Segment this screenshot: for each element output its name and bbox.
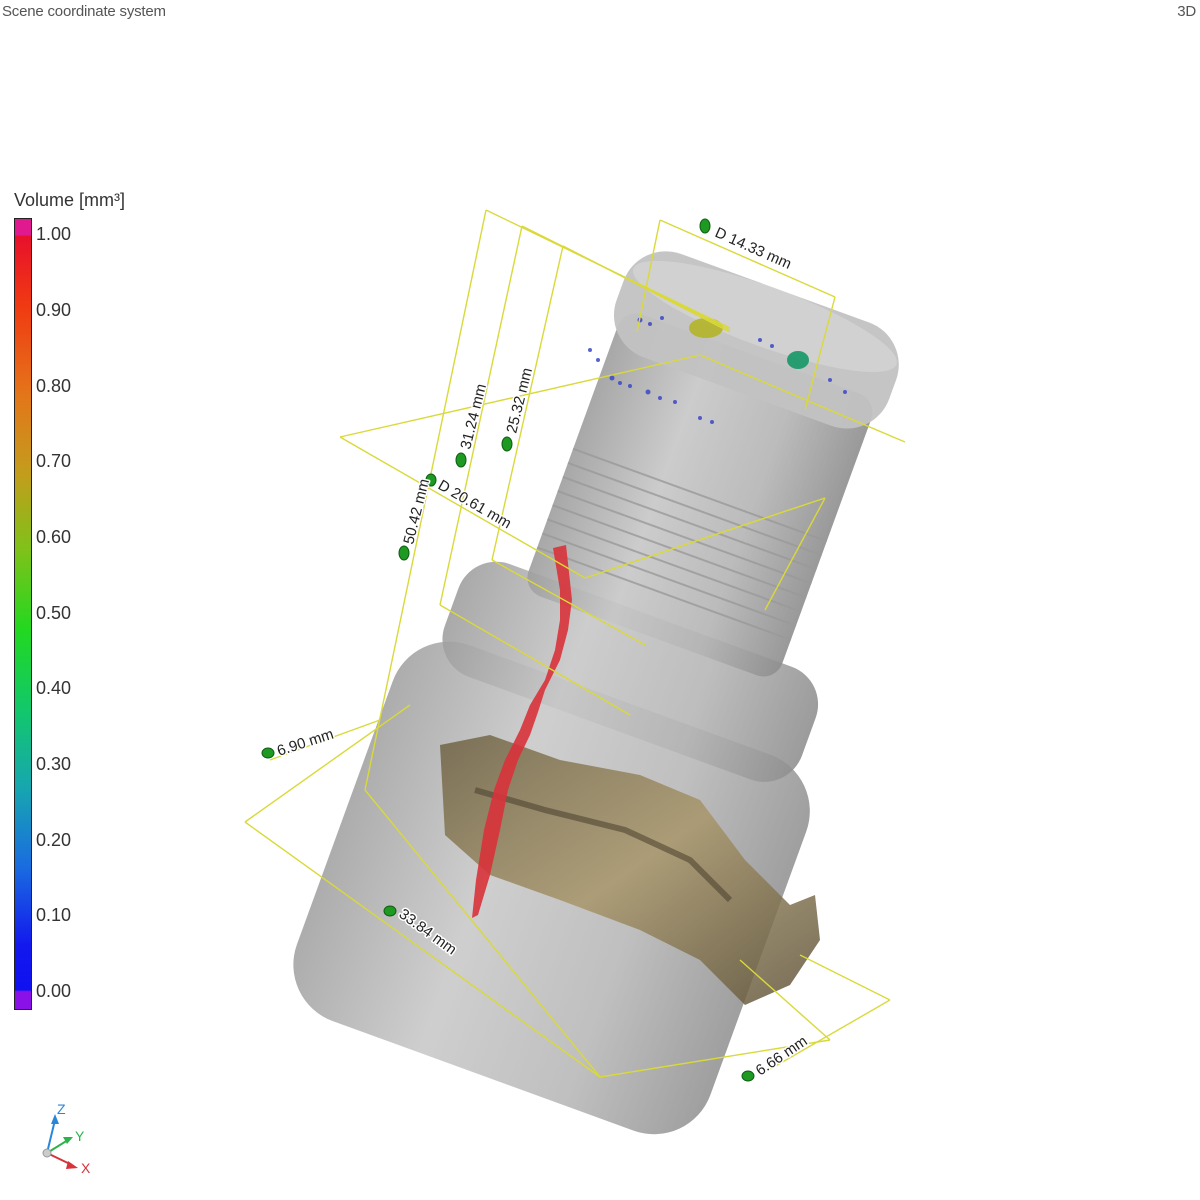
measurement-label-height-50[interactable]: 50.42 mm (399, 476, 435, 548)
measurement-label-diameter-thread[interactable]: D 20.61 mm (434, 475, 516, 534)
axis-label-x: X (81, 1160, 91, 1176)
measurement-label-width-6-90[interactable]: 6.90 mm (273, 724, 337, 761)
scene-canvas: D 14.33 mm D 20.61 mm 31.24 mm 25.32 mm … (42, 209, 906, 1176)
axis-label-z: Z (57, 1101, 66, 1117)
measurement-label-width-6-66[interactable]: 6.66 mm (751, 1031, 812, 1081)
3d-viewport[interactable]: Scene coordinate system 3D Volume [mm³] … (0, 0, 1200, 1200)
axis-label-y: Y (75, 1128, 85, 1144)
measurement-label-height-31[interactable]: 31.24 mm (456, 381, 492, 453)
measurement-label-height-25[interactable]: 25.32 mm (502, 365, 538, 437)
axis-triad: Z Y X (42, 1101, 91, 1176)
